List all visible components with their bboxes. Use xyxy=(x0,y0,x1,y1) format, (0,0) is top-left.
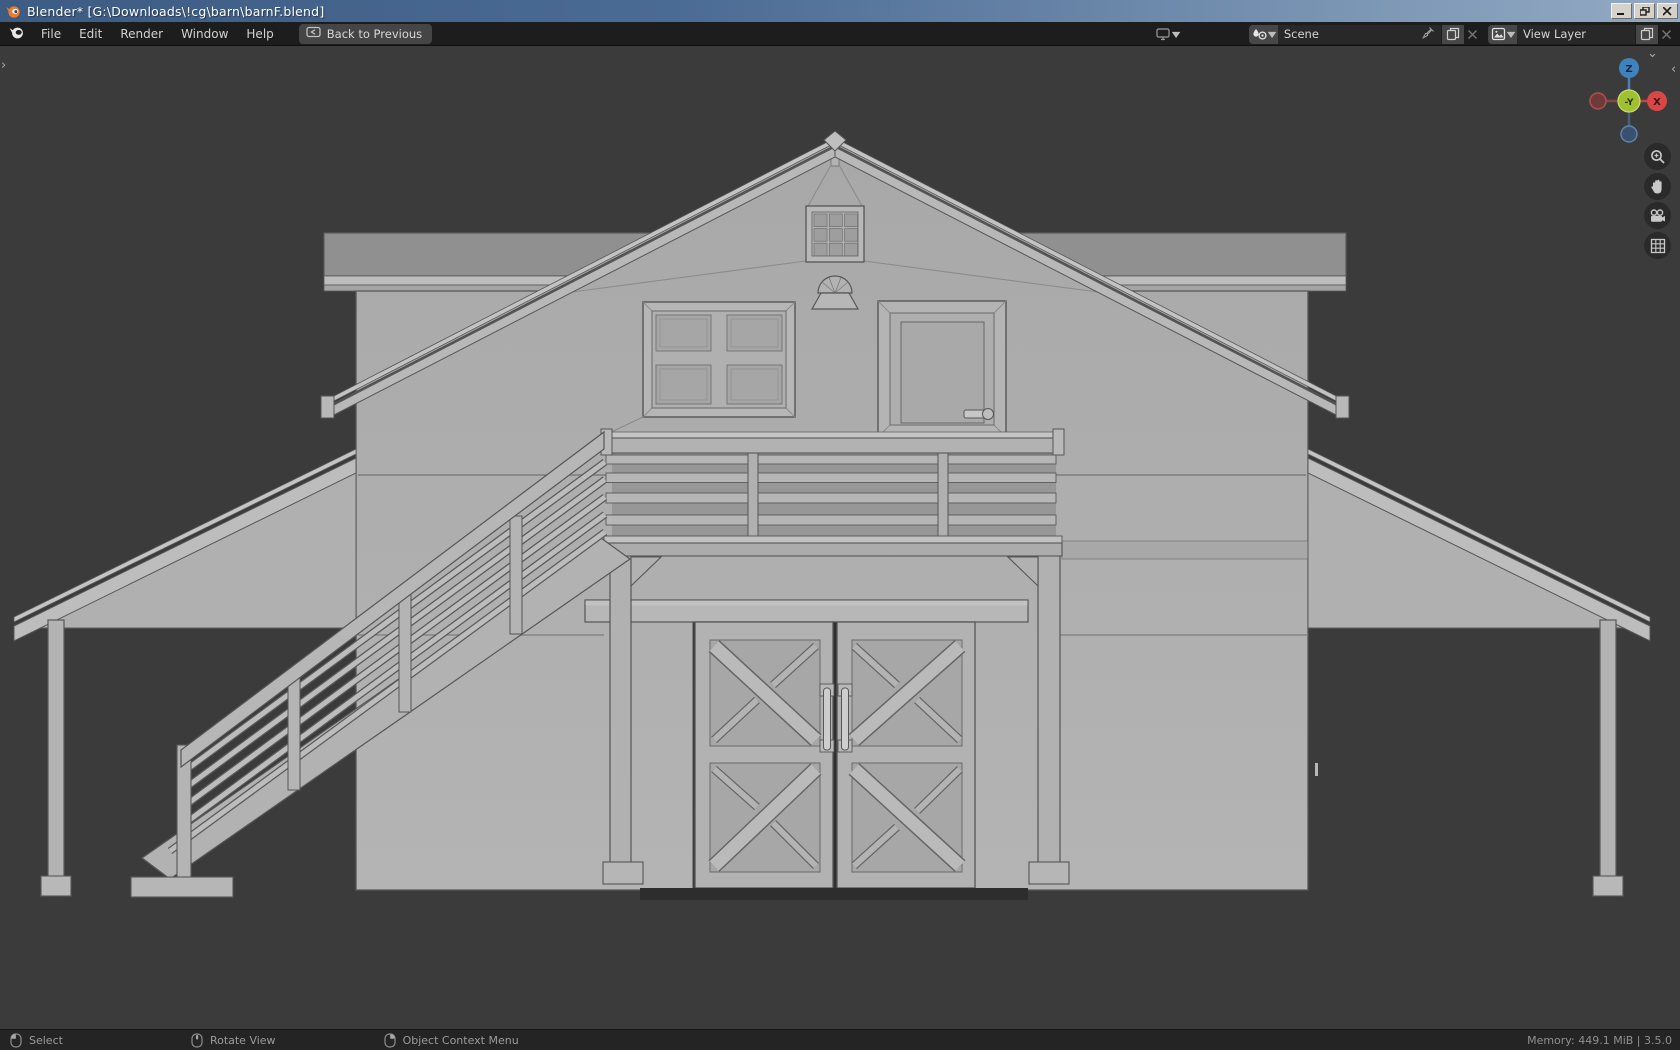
title-bar: Blender* [G:\Downloads\!cg\barn\barnF.bl… xyxy=(0,0,1680,22)
svg-text:X: X xyxy=(1653,97,1661,108)
viewport-canvas[interactable] xyxy=(0,46,1680,1029)
svg-text:Z: Z xyxy=(1625,64,1632,75)
barn-doors xyxy=(640,621,1028,900)
grid-icon xyxy=(1650,238,1665,253)
menu-window[interactable]: Window xyxy=(172,24,237,44)
pan-button[interactable] xyxy=(1644,173,1671,200)
loft-window xyxy=(805,205,865,263)
gizmo-axis-neg-x[interactable] xyxy=(1589,92,1607,110)
toggle-ortho-button[interactable] xyxy=(1644,232,1671,259)
view-layer-selector-group: ▼ View Layer xyxy=(1487,24,1675,44)
back-screen-icon xyxy=(306,26,321,41)
menu-help[interactable]: Help xyxy=(237,24,282,44)
image-icon xyxy=(1491,27,1505,41)
hint-context-menu-label: Object Context Menu xyxy=(402,1033,519,1047)
hint-select: Select xyxy=(10,1032,63,1048)
close-x-icon xyxy=(1467,29,1477,39)
scene-name-field[interactable]: Scene xyxy=(1277,24,1441,44)
viewport-3d[interactable]: › ⌄ ‹ Z X -Y xyxy=(0,46,1680,1029)
pin-icon[interactable] xyxy=(1421,26,1435,43)
hint-context-menu: Object Context Menu xyxy=(383,1032,519,1048)
porch-roof-right xyxy=(1307,448,1651,642)
hint-rotate: Rotate View xyxy=(191,1032,276,1048)
chevron-down-icon: ▼ xyxy=(1267,29,1277,39)
view-layer-remove-button[interactable] xyxy=(1658,25,1675,44)
close-button[interactable] xyxy=(1657,3,1678,19)
hint-select-label: Select xyxy=(29,1033,63,1047)
camera-icon xyxy=(1650,208,1665,222)
menu-render[interactable]: Render xyxy=(111,24,172,44)
view-layer-new-button[interactable] xyxy=(1636,24,1658,44)
balcony-deck xyxy=(600,428,1065,557)
chevron-down-icon: ▼ xyxy=(1171,29,1180,39)
scene-unlink-button[interactable] xyxy=(1464,25,1481,44)
blender-menu-icon[interactable] xyxy=(8,25,25,42)
scene-name: Scene xyxy=(1283,27,1319,41)
door-header xyxy=(584,599,1029,623)
display-icon xyxy=(1155,27,1170,40)
window-title: Blender* [G:\Downloads\!cg\barn\barnF.bl… xyxy=(27,3,325,19)
blender-logo-icon xyxy=(5,3,21,22)
minimize-button[interactable] xyxy=(1611,3,1632,19)
gizmo-axis-neg-y[interactable]: -Y xyxy=(1617,89,1641,113)
hint-rotate-label: Rotate View xyxy=(209,1033,276,1047)
memory-readout: Memory: 449.1 MiB | 3.5.0 xyxy=(1527,1033,1672,1047)
scene-browse-button[interactable]: ▼ xyxy=(1248,24,1278,44)
menu-file[interactable]: File xyxy=(32,24,70,44)
porch-roof-left xyxy=(13,448,357,642)
svg-text:-Y: -Y xyxy=(1625,98,1634,108)
duplicate-icon xyxy=(1446,27,1459,41)
scene-icon xyxy=(1253,29,1267,40)
left-mouse-icon xyxy=(10,1032,22,1048)
menu-edit[interactable]: Edit xyxy=(70,24,111,44)
scene-new-button[interactable] xyxy=(1441,24,1464,44)
gizmo-axis-x[interactable]: X xyxy=(1647,91,1667,111)
zoom-button[interactable] xyxy=(1644,143,1671,170)
magnifier-plus-icon xyxy=(1650,149,1665,164)
orientation-gizmo[interactable]: Z X -Y xyxy=(1560,46,1680,156)
restore-button[interactable] xyxy=(1634,3,1655,19)
view-layer-name: View Layer xyxy=(1523,27,1587,41)
right-mouse-icon xyxy=(383,1032,396,1048)
status-bar: Select Rotate View Object Context Menu M… xyxy=(0,1029,1680,1050)
view-layer-name-field[interactable]: View Layer xyxy=(1517,24,1635,44)
view-layer-browse-button[interactable]: ▼ xyxy=(1487,24,1517,44)
scene-selector-group: ▼ Scene xyxy=(1248,24,1481,44)
gizmo-axis-neg-z[interactable] xyxy=(1620,125,1638,143)
chevron-down-icon: ▼ xyxy=(1506,29,1516,39)
hand-icon xyxy=(1651,179,1662,193)
duplicate-icon xyxy=(1640,27,1654,41)
close-x-icon xyxy=(1661,29,1672,39)
middle-mouse-icon xyxy=(191,1032,203,1048)
toolbar-expand-icon[interactable]: › xyxy=(1,59,6,72)
back-to-previous-label: Back to Previous xyxy=(326,26,423,41)
back-to-previous-button[interactable]: Back to Previous xyxy=(298,23,433,44)
gizmo-axis-z[interactable]: Z xyxy=(1619,58,1639,78)
top-bar: File Edit Render Window Help Back to Pre… xyxy=(0,22,1680,46)
camera-view-button[interactable] xyxy=(1644,202,1671,229)
cursor-mark xyxy=(1315,763,1318,776)
workspace-selector[interactable]: ▼ xyxy=(1155,27,1180,41)
